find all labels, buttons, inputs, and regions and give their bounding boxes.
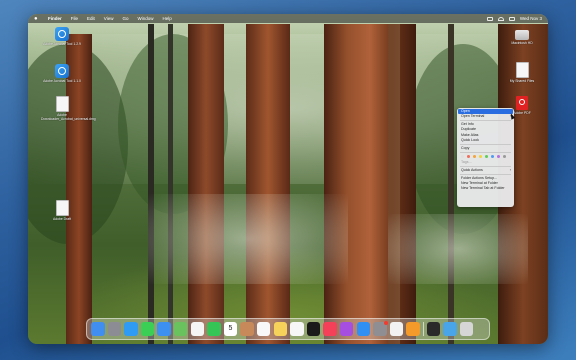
podcasts-icon[interactable] (339, 322, 354, 336)
status-area: Wed Nov 3 (486, 14, 542, 23)
dock-divider (422, 322, 424, 336)
menu-separator (460, 120, 511, 122)
tree-trunk (388, 24, 400, 344)
document-icon (515, 62, 529, 78)
safari-icon[interactable] (124, 322, 138, 336)
apple-menu-icon[interactable]: ● (34, 16, 39, 22)
tree-trunk (246, 24, 290, 344)
menu-separator (460, 151, 511, 153)
app-globe-icon (55, 64, 69, 78)
desktop-icon-label: Adobe Acrobat Tool 1.2.9 (43, 42, 81, 46)
desktop-icon-label: Adobe Acrobat Tool 1.1.0 (43, 79, 81, 83)
messages-icon[interactable] (140, 322, 155, 336)
menu-file[interactable]: File (71, 16, 78, 21)
menu-item-new-terminal-tab-at-folder[interactable]: New Terminal Tab at Folder (458, 186, 513, 191)
menu-clock[interactable]: Wed Nov 3 (520, 16, 542, 21)
desktop-icon-adobe-draft[interactable]: Adobe Draft (41, 200, 83, 221)
calendar-icon[interactable]: 5 (223, 322, 238, 336)
menu-bar: ● Finder File Edit View Go Window Help W… (28, 14, 548, 23)
ground-mist (148, 194, 348, 284)
menu-item-tags: Tags... (461, 159, 472, 164)
tag-color-dot[interactable] (479, 155, 482, 159)
preview-icon[interactable] (389, 322, 404, 336)
desktop-icon-label: Adobe Downloader_Acrobat_universal.dmg (41, 113, 96, 121)
music-icon[interactable] (323, 322, 337, 336)
desktop-icon-acrobat-tool-129[interactable]: Adobe Acrobat Tool 1.2.9 (41, 27, 83, 46)
desktop-icon-shared-files[interactable]: My Shared Files (501, 62, 543, 83)
context-menu: Open Open Terminal › Get Info Duplicate … (457, 108, 514, 207)
document-icon (55, 96, 69, 112)
tag-color-dot[interactable] (467, 155, 470, 159)
tree-trunk (168, 24, 173, 344)
downloads-folder-icon[interactable] (443, 322, 457, 336)
dock: 5 (86, 318, 490, 340)
menu-item-open-terminal[interactable]: Open Terminal › (458, 114, 513, 119)
tree-trunk (148, 24, 154, 344)
tag-color-dot[interactable] (485, 155, 488, 159)
menu-help[interactable]: Help (163, 16, 172, 21)
freeform-icon[interactable] (290, 322, 304, 336)
control-center-icon[interactable] (508, 16, 515, 21)
tag-color-dot[interactable] (461, 155, 464, 159)
menu-go[interactable]: Go (122, 16, 128, 21)
menu-separator (460, 144, 511, 145)
menu-edit[interactable]: Edit (87, 16, 95, 21)
trash-icon[interactable] (459, 322, 474, 336)
menu-separator (460, 173, 511, 175)
pages-icon[interactable] (406, 322, 420, 336)
ground-mist (388, 214, 528, 284)
chevron-right-icon: › (509, 167, 511, 172)
calendar-day-label: 5 (228, 325, 233, 333)
photos-icon[interactable] (190, 322, 205, 336)
mail-icon[interactable] (157, 322, 171, 336)
pdf-icon (516, 96, 528, 110)
wifi-icon[interactable] (497, 16, 504, 21)
menu-separator (460, 165, 511, 167)
menu-app-name[interactable]: Finder (48, 16, 62, 21)
menu-item-copy[interactable]: Copy (458, 146, 513, 151)
tree-trunk (448, 24, 454, 344)
menu-item-label: Open Terminal (461, 114, 485, 119)
contacts-icon[interactable] (240, 322, 254, 336)
app-globe-icon (55, 27, 69, 41)
maps-icon[interactable] (173, 322, 188, 336)
tag-color-dot[interactable] (473, 155, 476, 159)
desktop-icon-macintosh-hd[interactable]: Macintosh HD (501, 30, 543, 45)
menu-item-quick-look[interactable]: Quick Look (458, 138, 513, 143)
tree-trunk (324, 24, 416, 344)
facetime-icon[interactable] (207, 322, 221, 336)
desktop-icon-label: Macintosh HD (511, 41, 533, 45)
terminal-icon[interactable] (426, 322, 441, 336)
menu-window[interactable]: Window (138, 16, 154, 21)
reminders-icon[interactable] (256, 322, 271, 336)
finder-icon[interactable] (91, 322, 105, 336)
notes-icon[interactable] (273, 322, 288, 336)
document-icon (55, 200, 69, 216)
launchpad-icon[interactable] (107, 322, 122, 336)
menu-view[interactable]: View (104, 16, 114, 21)
tag-color-dot[interactable] (503, 155, 506, 159)
tag-color-dot[interactable] (497, 155, 500, 159)
desktop-icon-downloader-dmg[interactable]: Adobe Downloader_Acrobat_universal.dmg (41, 96, 96, 121)
desktop-icon-label: Adobe Draft (52, 217, 72, 221)
tree-trunk (188, 24, 224, 344)
system-settings-icon[interactable] (373, 320, 389, 336)
apple-tv-icon[interactable] (306, 322, 321, 336)
desktop-icon-acrobat-tool-110[interactable]: Adobe Acrobat Tool 1.1.0 (41, 64, 83, 83)
tag-color-dot[interactable] (491, 155, 494, 159)
battery-icon[interactable] (486, 16, 493, 21)
disk-icon (515, 30, 529, 40)
menu-item-quick-actions[interactable]: Quick Actions › (458, 168, 513, 173)
desktop-icon-label: My Shared Files (509, 79, 535, 83)
menu-item-label: Quick Actions (461, 167, 483, 172)
app-store-icon[interactable] (356, 322, 370, 336)
notification-badge (383, 320, 389, 326)
